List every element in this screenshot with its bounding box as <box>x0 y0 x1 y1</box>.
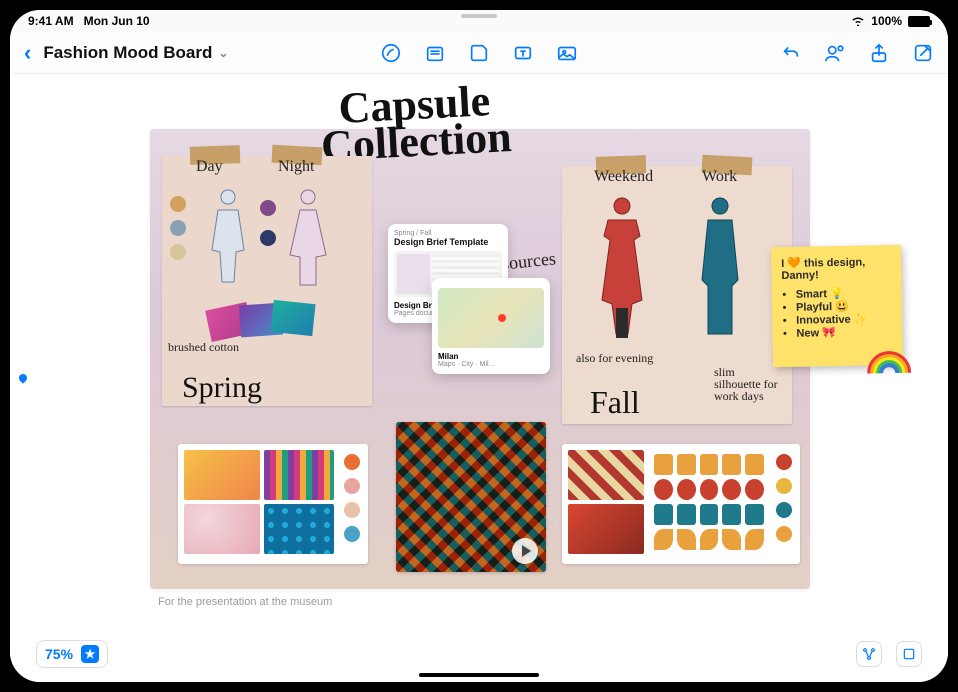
collaborate-button[interactable] <box>824 42 846 64</box>
color-swatch <box>344 526 360 542</box>
color-swatch <box>776 454 792 470</box>
battery-percent: 100% <box>871 14 902 28</box>
map-pin-icon <box>498 314 506 322</box>
spring-season-label: Spring <box>182 371 262 405</box>
color-swatch <box>260 230 276 246</box>
weekend-label: Weekend <box>594 168 653 186</box>
color-swatch <box>170 196 186 212</box>
color-swatch <box>344 478 360 494</box>
board-title-menu[interactable]: Fashion Mood Board ⌄ <box>43 43 228 63</box>
bottom-toolbar: 75% ★ <box>10 640 948 668</box>
shape-button[interactable] <box>468 42 490 64</box>
zoom-control[interactable]: 75% ★ <box>36 640 108 668</box>
spring-card[interactable]: Day Night brushed cotton Spring <box>162 156 372 406</box>
map-sub: Maps · City · Mil… <box>438 361 544 368</box>
status-time: 9:41 AM <box>28 14 74 28</box>
color-swatch <box>776 526 792 542</box>
pattern-video-tile[interactable] <box>396 422 546 572</box>
night-label: Night <box>278 158 314 176</box>
chevron-down-icon: ⌄ <box>218 46 228 60</box>
map-title: Milan <box>438 352 544 361</box>
fall-note-slim: slim silhouette for work days <box>714 366 784 402</box>
sticky-note[interactable]: I 🧡 this design, Danny! Smart 💡 Playful … <box>771 245 903 367</box>
resource-stack[interactable]: Spring / Fall Design Brief Template Desi… <box>388 224 528 394</box>
image-tile <box>568 504 644 554</box>
color-swatch <box>170 244 186 260</box>
status-date: Mon Jun 10 <box>84 14 150 28</box>
back-button[interactable]: ‹ <box>24 40 31 66</box>
image-tile <box>264 504 334 554</box>
media-button[interactable] <box>556 42 578 64</box>
share-button[interactable] <box>868 42 890 64</box>
image-tile <box>264 450 334 500</box>
fall-card[interactable]: Weekend Work also for evening slim silho… <box>562 166 792 424</box>
color-swatch <box>344 454 360 470</box>
home-indicator[interactable] <box>419 673 539 677</box>
material-label: brushed cotton <box>168 341 239 353</box>
doc-card-map[interactable]: Milan Maps · City · Mil… <box>432 278 550 374</box>
sketch-figure-night <box>278 182 338 292</box>
window-drag-handle[interactable] <box>461 14 497 18</box>
spring-palette-panel[interactable] <box>178 444 368 564</box>
color-swatch <box>170 220 186 236</box>
fall-palette-panel[interactable] <box>562 444 800 564</box>
freeform-canvas[interactable]: Capsule Collection Day Night <box>10 74 948 682</box>
app-toolbar: ‹ Fashion Mood Board ⌄ <box>10 32 948 74</box>
wifi-icon <box>851 16 865 26</box>
fabric-swatch <box>270 300 315 336</box>
sticky-note-button[interactable] <box>424 42 446 64</box>
fall-note-evening: also for evening <box>576 352 653 364</box>
image-tile <box>568 450 644 500</box>
sketch-figure-work <box>684 192 756 342</box>
new-board-button[interactable] <box>912 42 934 64</box>
fall-season-label: Fall <box>590 384 640 421</box>
board-caption: For the presentation at the museum <box>158 596 332 608</box>
play-button-icon[interactable] <box>512 538 538 564</box>
collaborator-cursor <box>17 372 28 383</box>
doc-title: Design Brief Template <box>394 237 502 247</box>
sticky-list: Smart 💡 Playful 😃 Innovative ✨ New 🎀 <box>796 286 893 340</box>
zoom-level: 75% <box>45 646 73 662</box>
image-tile <box>184 504 260 554</box>
board-title-text: Fashion Mood Board <box>43 43 212 63</box>
day-label: Day <box>196 158 223 176</box>
work-label: Work <box>702 168 737 186</box>
battery-icon <box>908 16 930 27</box>
doc-header: Spring / Fall <box>394 230 502 237</box>
map-thumbnail <box>438 288 544 348</box>
sticky-headline: I 🧡 this design, Danny! <box>781 255 891 282</box>
sketch-figure-day <box>198 182 258 292</box>
color-swatch <box>776 478 792 494</box>
minimap-button[interactable] <box>856 641 882 667</box>
image-tile <box>184 450 260 500</box>
color-swatch <box>776 502 792 518</box>
sketch-figure-weekend <box>586 192 658 342</box>
text-box-button[interactable] <box>512 42 534 64</box>
draw-tool-button[interactable] <box>380 42 402 64</box>
rainbow-sticker-icon <box>867 347 911 376</box>
fit-screen-button[interactable] <box>896 641 922 667</box>
undo-button[interactable] <box>780 42 802 64</box>
color-swatch <box>344 502 360 518</box>
color-swatch <box>260 200 276 216</box>
favorite-zoom-icon[interactable]: ★ <box>81 645 99 663</box>
